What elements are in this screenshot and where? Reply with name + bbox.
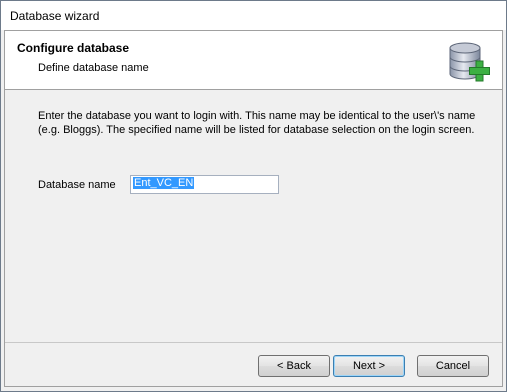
wizard-header: Configure database Define database name (5, 31, 502, 90)
next-button[interactable]: Next > (333, 355, 405, 377)
instructions-text: Enter the database you want to login wit… (38, 110, 476, 136)
wizard-frame: Configure database Define database name (4, 30, 503, 387)
page-title: Configure database (17, 41, 130, 55)
window-title: Database wizard (10, 9, 100, 23)
database-name-input[interactable]: Ent_VC_EN (130, 175, 279, 194)
database-name-label: Database name (38, 179, 116, 191)
title-bar[interactable]: Database wizard (1, 1, 506, 30)
cancel-button[interactable]: Cancel (417, 355, 489, 377)
database-add-icon (449, 42, 490, 82)
wizard-window: Database wizard Configure database Defin… (0, 0, 507, 392)
database-name-value: Ent_VC_EN (133, 177, 195, 189)
button-separator (5, 342, 502, 343)
back-button[interactable]: < Back (258, 355, 330, 377)
page-subtitle: Define database name (38, 62, 149, 74)
